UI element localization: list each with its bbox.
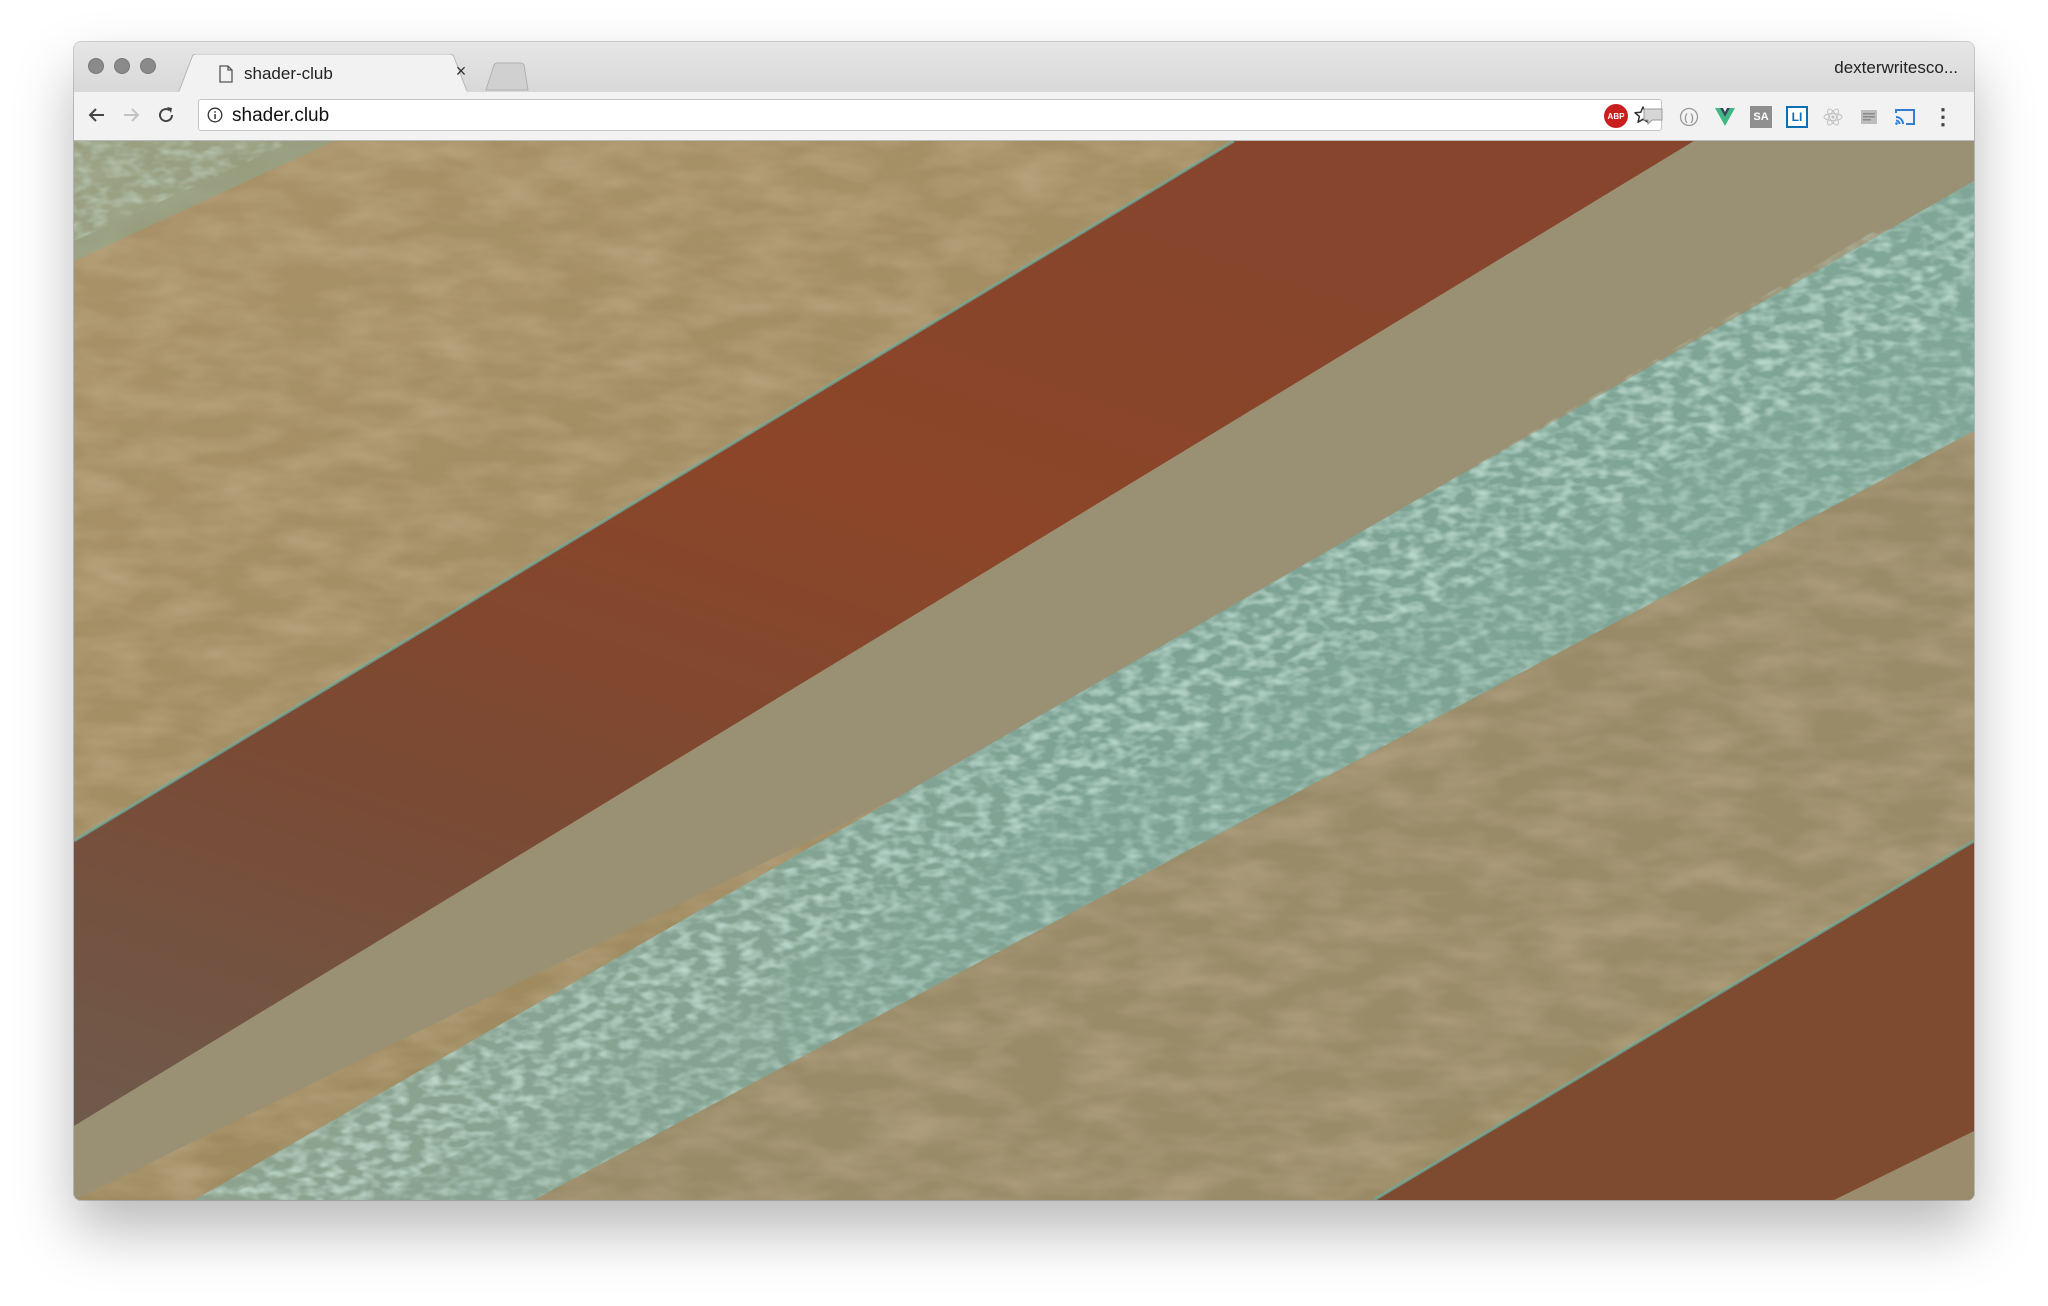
svg-text:( ): ( )	[1684, 113, 1693, 124]
shader-canvas[interactable]	[74, 141, 1974, 1200]
arrow-left-icon[interactable]	[84, 102, 110, 128]
close-window-button[interactable]	[88, 58, 104, 74]
profile-name[interactable]: dexterwritesco...	[1834, 58, 1958, 78]
circle-brackets-icon[interactable]: ( )	[1678, 106, 1700, 128]
adblock-plus-icon[interactable]: ABP	[1604, 104, 1628, 128]
speech-bubble-icon[interactable]	[1642, 106, 1664, 128]
info-icon[interactable]	[207, 107, 223, 123]
new-tab-button[interactable]	[484, 62, 530, 92]
url-text[interactable]: shader.club	[232, 105, 329, 127]
menu-dots-icon[interactable]: ⋮	[1932, 104, 1954, 129]
react-icon[interactable]	[1822, 106, 1844, 128]
shader-render	[74, 141, 1974, 1200]
minimize-window-button[interactable]	[114, 58, 130, 74]
browser-window: shader-club × dexterwritesco... shader.c…	[74, 42, 1974, 1200]
toolbar: shader.club ABP ( ) SA LI ⋮	[74, 92, 1974, 141]
vue-devtools-icon[interactable]	[1714, 106, 1736, 128]
sa-icon[interactable]: SA	[1750, 106, 1772, 128]
page-icon	[219, 65, 233, 83]
address-bar[interactable]: shader.club	[198, 99, 1662, 131]
cast-icon[interactable]	[1894, 106, 1916, 128]
tab-strip: shader-club × dexterwritesco...	[74, 42, 1974, 94]
arrow-right-icon[interactable]	[118, 102, 144, 128]
li-icon[interactable]: LI	[1786, 106, 1808, 128]
close-tab-button[interactable]: ×	[450, 60, 472, 82]
tab-title: shader-club	[244, 64, 333, 83]
reader-icon[interactable]	[1858, 106, 1880, 128]
reload-icon[interactable]	[153, 102, 179, 128]
zoom-window-button[interactable]	[140, 58, 156, 74]
tab-active[interactable]: shader-club	[178, 54, 468, 94]
